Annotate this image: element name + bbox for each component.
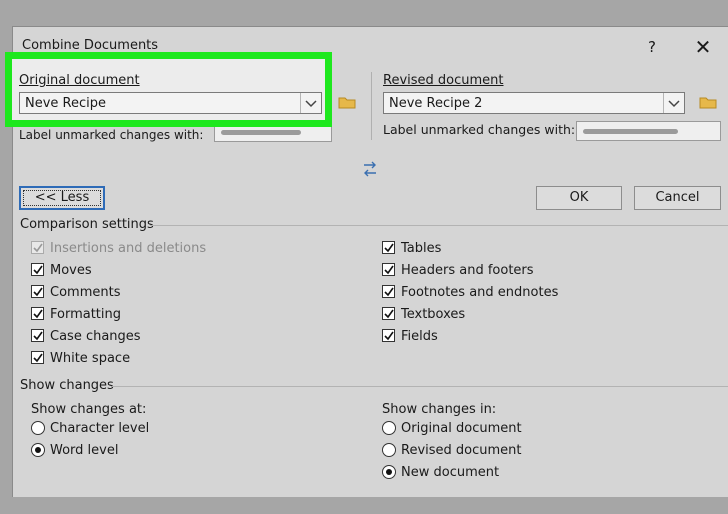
checkbox-fields[interactable]	[382, 329, 395, 342]
radio-label-word-level[interactable]: Word level	[50, 443, 118, 458]
checkbox-label-comments[interactable]: Comments	[50, 285, 120, 300]
original-browse-folder-icon[interactable]	[338, 95, 356, 109]
radio-revised-document[interactable]	[382, 443, 396, 457]
checkbox-white-space[interactable]	[31, 351, 44, 364]
checkbox-label-case-changes[interactable]: Case changes	[50, 329, 141, 344]
checkbox-textboxes[interactable]	[382, 307, 395, 320]
radio-selected-dot	[386, 469, 392, 475]
revised-label-unmarked-field[interactable]	[576, 121, 721, 141]
blurred-text	[221, 130, 301, 135]
revised-label-unmarked: Label unmarked changes with:	[383, 122, 576, 137]
checkbox-label-footnotes-endnotes[interactable]: Footnotes and endnotes	[401, 285, 558, 300]
radio-word-level[interactable]	[31, 443, 45, 457]
show-changes-at-label: Show changes at:	[31, 402, 147, 417]
checkbox-label-fields[interactable]: Fields	[401, 329, 438, 344]
checkbox-tables[interactable]	[382, 241, 395, 254]
comparison-divider	[150, 225, 728, 226]
column-divider	[371, 72, 372, 140]
checkbox-label-insertions-deletions: Insertions and deletions	[50, 241, 207, 256]
radio-new-document[interactable]	[382, 465, 396, 479]
checkbox-label-formatting[interactable]: Formatting	[50, 307, 121, 322]
revised-document-dropdown[interactable]: Neve Recipe 2	[383, 92, 685, 114]
radio-label-new-document[interactable]: New document	[401, 465, 499, 480]
close-button[interactable]: ✕	[691, 36, 715, 58]
checkbox-label-white-space[interactable]: White space	[50, 351, 130, 366]
radio-character-level[interactable]	[31, 421, 45, 435]
swap-arrows-icon[interactable]	[362, 160, 378, 178]
less-button[interactable]: << Less	[19, 186, 105, 210]
checkbox-comments[interactable]	[31, 285, 44, 298]
checkbox-formatting[interactable]	[31, 307, 44, 320]
show-changes-divider	[112, 386, 728, 387]
checkbox-moves[interactable]	[31, 263, 44, 276]
radio-original-document[interactable]	[382, 421, 396, 435]
checkbox-headers-footers[interactable]	[382, 263, 395, 276]
checkbox-label-textboxes[interactable]: Textboxes	[401, 307, 465, 322]
show-changes-in-label: Show changes in:	[382, 402, 497, 417]
radio-selected-dot	[35, 447, 41, 453]
help-button[interactable]: ?	[641, 36, 663, 58]
revised-document-value: Neve Recipe 2	[389, 96, 483, 111]
cancel-button[interactable]: Cancel	[634, 186, 721, 210]
original-document-label-text: Original document	[19, 73, 140, 88]
checkbox-label-headers-footers[interactable]: Headers and footers	[401, 263, 534, 278]
checkbox-label-moves[interactable]: Moves	[50, 263, 92, 278]
chevron-down-icon[interactable]	[663, 93, 684, 113]
radio-label-character-level[interactable]: Character level	[50, 421, 149, 436]
comparison-settings-heading: Comparison settings	[20, 217, 154, 232]
chevron-down-icon[interactable]	[300, 93, 321, 113]
focus-rect	[23, 190, 101, 206]
revised-browse-folder-icon[interactable]	[699, 95, 717, 109]
checkbox-case-changes[interactable]	[31, 329, 44, 342]
dialog-title: Combine Documents	[22, 38, 159, 53]
original-label-unmarked-field[interactable]	[214, 122, 332, 142]
checkbox-footnotes-endnotes[interactable]	[382, 285, 395, 298]
original-document-label: Original document	[19, 73, 140, 88]
checkbox-label-tables[interactable]: Tables	[401, 241, 441, 256]
original-document-dropdown[interactable]: Neve Recipe	[19, 92, 322, 114]
blurred-text	[583, 129, 678, 134]
radio-label-original-document[interactable]: Original document	[401, 421, 522, 436]
show-changes-heading: Show changes	[20, 378, 114, 393]
ok-button[interactable]: OK	[536, 186, 622, 210]
radio-label-revised-document[interactable]: Revised document	[401, 443, 522, 458]
original-label-unmarked: Label unmarked changes with:	[19, 128, 204, 142]
revised-document-label-text: Revised document	[383, 73, 504, 88]
revised-document-label: Revised document	[383, 73, 504, 88]
original-document-value: Neve Recipe	[25, 96, 107, 111]
checkbox-insertions-deletions	[31, 241, 44, 254]
